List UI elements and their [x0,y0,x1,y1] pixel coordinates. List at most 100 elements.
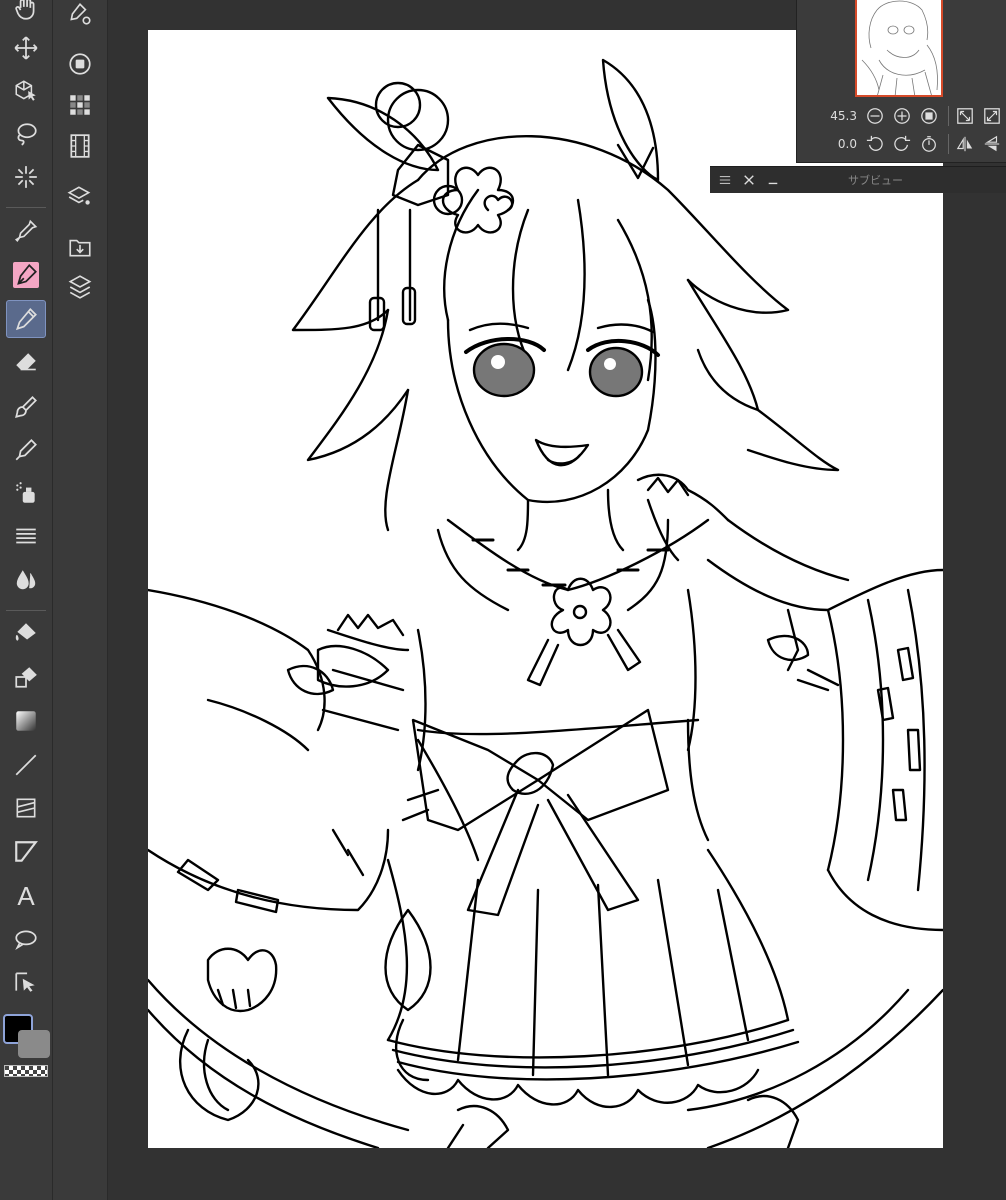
lasso-select-icon [17,123,37,146]
fit-navigator-button[interactable] [981,105,1003,127]
drawing-canvas[interactable] [148,30,943,1148]
line-icon [15,754,37,776]
navigator-thumbnail[interactable] [855,0,943,97]
blend-tool-button[interactable] [6,561,46,599]
magic-wand-icon [15,166,37,188]
tool-bar: A [0,0,53,1200]
zoom-out-icon [867,108,883,124]
subview-title: サブビュー [848,174,903,187]
rotate-left-icon [866,135,883,151]
zoom-row: 45.3 [797,104,1006,128]
object-select-icon [15,80,36,101]
panel-minimize-button[interactable] [764,171,782,189]
hand-tool-button[interactable] [6,0,46,28]
hand-icon [15,0,35,20]
reset-rotation-button[interactable] [918,133,940,155]
lasso-tool-button[interactable] [6,115,46,153]
text-tool-button[interactable]: A [6,877,46,915]
zoom-in-button[interactable] [891,105,913,127]
reset-rotation-icon [922,136,936,152]
rotate-left-button[interactable] [864,133,886,155]
background-color-swatch[interactable] [18,1030,50,1058]
flip-horizontal-icon [956,136,973,152]
gradient-icon [16,711,36,731]
line-art-illustration [148,58,943,1148]
tool-property-icon [70,3,91,25]
material-download-icon [69,239,91,257]
object-tool-button[interactable] [6,72,46,110]
eraser-icon [16,353,36,371]
hatching-icon [16,528,36,544]
color-circle-button[interactable] [60,45,100,83]
material-button[interactable] [60,228,100,266]
fit-to-view-button[interactable] [954,105,976,127]
layers-icon [68,275,92,299]
navigator-panel: 45.3 0.0 [796,0,1006,163]
balloon-tool-button[interactable] [6,920,46,958]
divider [948,106,949,126]
fill-refer-icon [15,667,37,688]
flip-vertical-button[interactable] [981,133,1003,155]
auto-select-tool-button[interactable] [6,158,46,196]
ruler-tool-button[interactable] [6,833,46,871]
tool-property-button[interactable] [60,0,100,33]
frame-tool-button[interactable] [6,789,46,827]
ruler-icon [15,841,38,862]
toolbar-separator [6,207,46,208]
layer-property-icon [67,186,91,205]
fill-tool-button[interactable] [6,614,46,652]
decoration-tool-button[interactable] [6,431,46,469]
actual-size-icon [921,108,937,124]
hatching-tool-button[interactable] [6,517,46,555]
panel-close-button[interactable] [740,171,758,189]
eyedropper-icon [14,219,38,243]
actual-size-button[interactable] [918,105,940,127]
rotation-value[interactable]: 0.0 [797,137,857,151]
divider [948,134,949,154]
zoom-in-icon [894,108,910,124]
flip-vertical-icon [984,135,1000,152]
move-icon [14,36,38,60]
color-set-button[interactable] [60,86,100,124]
layers-button[interactable] [60,268,100,306]
color-circle-icon [69,53,91,75]
pen-tool-button[interactable] [6,256,46,294]
pencil-icon [15,307,37,331]
eyedropper-tool-button[interactable] [6,212,46,250]
rotation-row: 0.0 [797,132,1006,156]
rotate-right-button[interactable] [891,133,913,155]
thumbnail-image [861,0,938,95]
zoom-value[interactable]: 45.3 [797,109,857,123]
gradient-tool-button[interactable] [6,702,46,740]
fill-bucket-icon [15,623,36,641]
correct-line-icon [15,972,35,992]
eraser-tool-button[interactable] [6,344,46,382]
speech-balloon-icon [15,930,37,950]
close-icon [744,175,754,185]
layer-property-button[interactable] [60,178,100,216]
pen-icon [13,262,39,288]
text-icon: A [17,880,35,911]
panel-menu-button[interactable] [716,171,734,189]
airbrush-icon [16,482,35,503]
toolbar-separator [6,610,46,611]
fit-to-view-icon [957,108,973,124]
decoration-icon [15,439,37,461]
transparent-color-swatch[interactable] [4,1065,48,1077]
correct-line-tool-button[interactable] [6,963,46,1001]
line-tool-button[interactable] [6,746,46,784]
expand-icon [984,108,1000,124]
command-bar [53,0,108,1200]
menu-icon [719,176,731,184]
film-icon [70,134,90,158]
brush-tool-button[interactable] [6,388,46,426]
move-tool-button[interactable] [6,29,46,67]
fill-refer-tool-button[interactable] [6,658,46,696]
subview-panel-header: サブビュー [710,166,1006,193]
zoom-out-button[interactable] [864,105,886,127]
animation-button[interactable] [60,127,100,165]
airbrush-tool-button[interactable] [6,474,46,512]
pencil-tool-button[interactable] [6,300,46,338]
flip-horizontal-button[interactable] [954,133,976,155]
blend-icon [16,570,36,590]
